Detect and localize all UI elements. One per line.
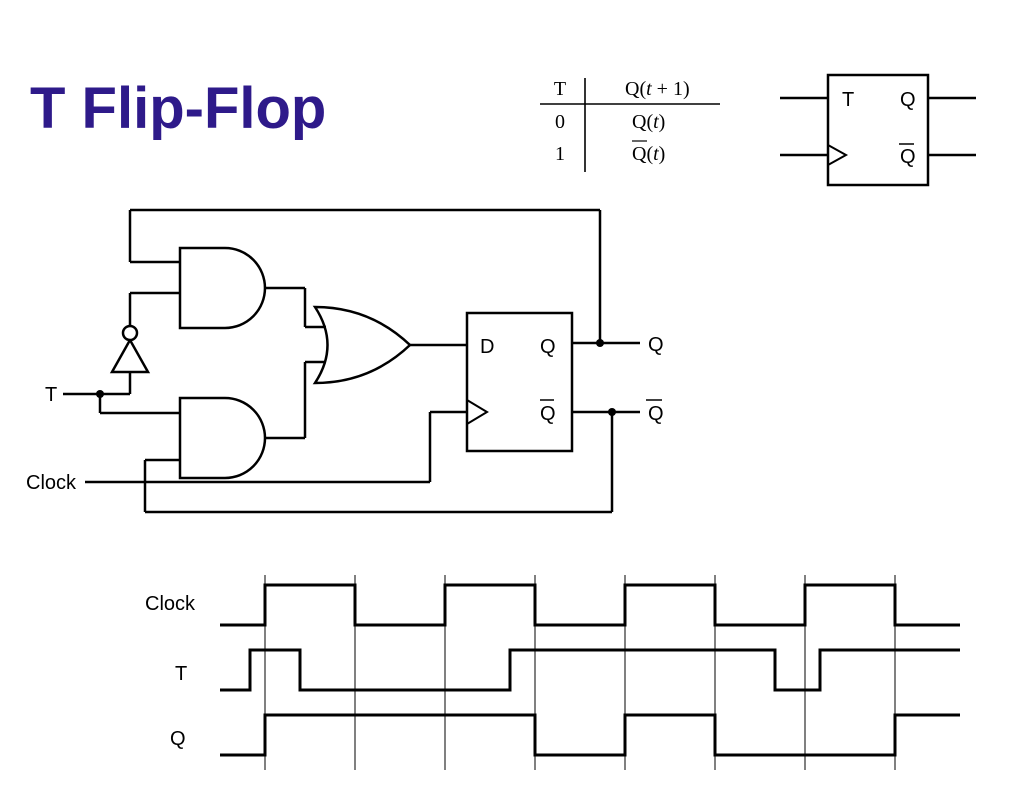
dff-block [467,313,572,451]
and-gate-bottom [180,398,265,478]
clock-input-label: Clock [26,472,77,494]
and-gate-top [180,248,265,328]
qbar-output-label: Q [648,403,664,425]
q-output-label: Q [648,334,664,356]
timing-grid [265,575,895,770]
timing-q-label: Q [170,728,186,750]
truth-header-t: T [554,78,566,100]
tt-r0-c0: 0 [555,111,565,133]
circuit: T [26,210,664,512]
dff-qbar-label: Q [540,403,556,425]
symbol-block: T Q Q [780,75,976,185]
timing-t-label: T [175,663,187,685]
clock-triangle-icon [828,145,846,165]
not-gate [112,326,148,372]
dff-clock-triangle-icon [467,400,487,424]
t-waveform [220,650,960,690]
diagram-svg: T Q(t + 1) 0 Q(t) 1 Q(t) T Q Q [0,0,1024,802]
timing-clock-label: Clock [145,593,196,615]
symbol-q-label: Q [900,89,916,111]
tt-r1-c0: 1 [555,143,565,165]
truth-header-q: Q(t + 1) [625,78,690,100]
q-waveform [220,715,960,755]
dff-d-label: D [480,336,494,358]
t-input-label: T [45,384,57,406]
truth-table: T Q(t + 1) 0 Q(t) 1 Q(t) [540,78,720,172]
dff-q-label: Q [540,336,556,358]
symbol-t-label: T [842,89,854,111]
symbol-qbar-label: Q [900,146,916,168]
timing-diagram: Clock T Q [145,575,960,770]
or-gate [315,307,410,383]
tt-r1-c1: Q(t) [632,143,665,165]
clock-waveform [220,585,960,625]
tt-r0-c1: Q(t) [632,111,665,133]
